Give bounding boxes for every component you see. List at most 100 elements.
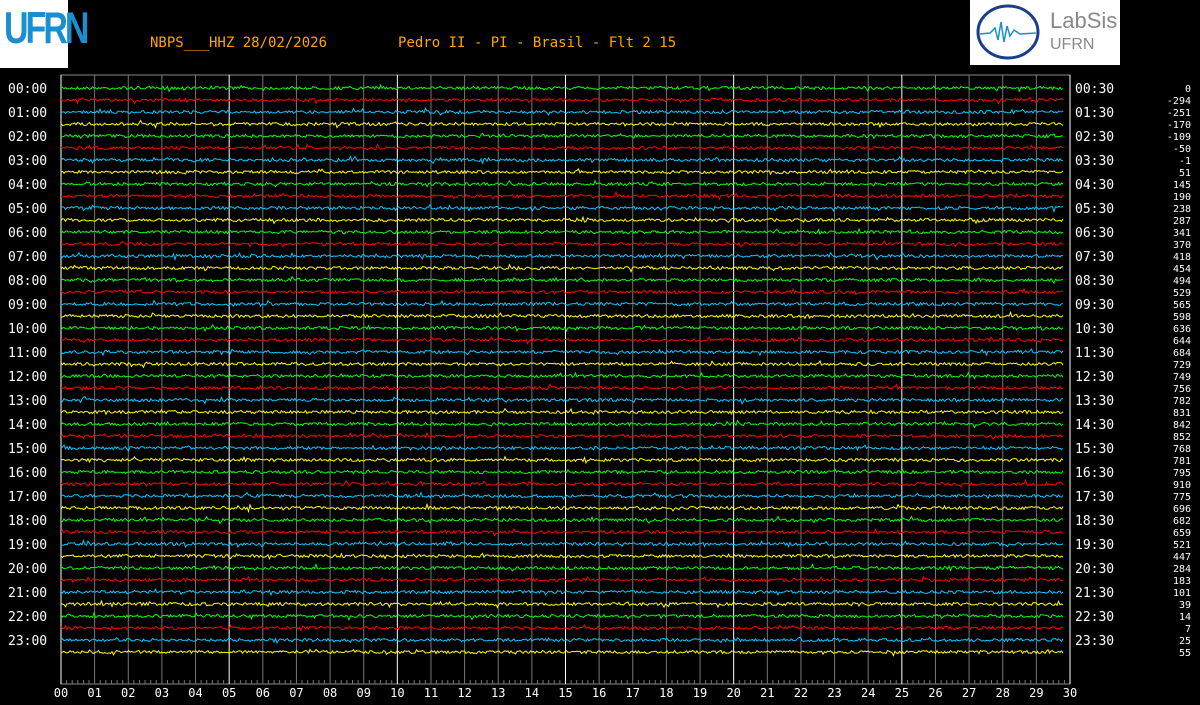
offset-label: 284 <box>1173 564 1191 575</box>
right-time-label: 19:30 <box>1075 538 1114 553</box>
offset-label: 341 <box>1173 228 1191 239</box>
trace-line <box>60 299 1063 308</box>
offset-label: 454 <box>1173 264 1191 275</box>
offset-label: 190 <box>1173 192 1191 203</box>
trace-line <box>60 167 1064 176</box>
offset-label: 775 <box>1173 492 1191 503</box>
left-time-label: 15:00 <box>8 442 47 457</box>
right-time-label: 08:30 <box>1075 274 1114 289</box>
trace-line <box>60 143 1064 152</box>
x-tick-label: 10 <box>390 686 404 700</box>
trace-line <box>60 83 1064 93</box>
offset-label: 636 <box>1173 324 1191 335</box>
trace-line <box>60 287 1064 296</box>
left-time-label: 10:00 <box>8 322 47 337</box>
trace-line <box>60 227 1064 236</box>
right-time-label: 01:30 <box>1075 106 1114 121</box>
trace-line <box>60 552 1064 561</box>
x-tick-label: 27 <box>962 686 976 700</box>
trace-line <box>60 395 1064 405</box>
trace-line <box>61 106 1064 116</box>
x-tick-label: 13 <box>491 686 505 700</box>
left-time-label: 14:00 <box>8 418 47 433</box>
offset-label: 781 <box>1173 456 1191 467</box>
x-tick-label: 16 <box>592 686 606 700</box>
offset-label: 0 <box>1185 84 1191 95</box>
x-tick-label: 20 <box>726 686 740 700</box>
x-tick-label: 17 <box>626 686 640 700</box>
offset-label: 782 <box>1173 396 1191 407</box>
left-time-label: 20:00 <box>8 562 47 577</box>
offset-label: -50 <box>1173 144 1191 155</box>
x-tick-label: 14 <box>525 686 539 700</box>
left-time-label: 06:00 <box>8 226 47 241</box>
left-time-label: 07:00 <box>8 250 47 265</box>
x-tick-label: 18 <box>659 686 673 700</box>
left-time-label: 13:00 <box>8 394 47 409</box>
trace-line <box>60 539 1064 549</box>
offset-label: 910 <box>1173 480 1191 491</box>
trace-line <box>60 599 1064 609</box>
x-tick-label: 28 <box>996 686 1010 700</box>
offset-label: 51 <box>1179 168 1191 179</box>
offset-label: -1 <box>1179 156 1191 167</box>
trace-line <box>60 468 1064 475</box>
trace-line <box>60 431 1064 440</box>
offset-label: 729 <box>1173 360 1191 371</box>
right-time-label: 05:30 <box>1075 202 1114 217</box>
left-time-label: 11:00 <box>8 346 47 361</box>
x-tick-label: 22 <box>794 686 808 700</box>
offset-label: -294 <box>1167 96 1191 107</box>
x-tick-label: 03 <box>155 686 169 700</box>
right-time-label: 02:30 <box>1075 130 1114 145</box>
trace-line <box>60 263 1064 274</box>
right-time-label: 20:30 <box>1075 562 1114 577</box>
left-time-label: 08:00 <box>8 274 47 289</box>
offset-label: 101 <box>1173 588 1191 599</box>
trace-line <box>60 371 1064 380</box>
offset-label: 598 <box>1173 312 1191 323</box>
trace-line <box>60 119 1064 129</box>
right-time-label: 12:30 <box>1075 370 1114 385</box>
trace-line <box>61 311 1064 320</box>
offset-label: 39 <box>1179 600 1191 611</box>
x-tick-label: 01 <box>87 686 101 700</box>
offset-label: 682 <box>1173 516 1191 527</box>
right-time-label: 21:30 <box>1075 586 1114 601</box>
x-tick-label: 08 <box>323 686 337 700</box>
x-tick-label: 12 <box>457 686 471 700</box>
trace-line <box>60 324 1064 333</box>
x-tick-label: 30 <box>1063 686 1077 700</box>
offset-label: 749 <box>1173 372 1191 383</box>
trace-line <box>60 575 1064 584</box>
offset-label: 565 <box>1173 300 1191 311</box>
x-tick-label: 29 <box>1029 686 1043 700</box>
trace-line <box>60 515 1064 525</box>
trace-line <box>60 623 1064 632</box>
offset-label: 14 <box>1179 612 1191 623</box>
left-time-label: 22:00 <box>8 610 47 625</box>
offset-label: 183 <box>1173 576 1191 587</box>
x-tick-label: 06 <box>256 686 270 700</box>
left-time-label: 16:00 <box>8 466 47 481</box>
right-time-label: 16:30 <box>1075 466 1114 481</box>
offset-label: 145 <box>1173 180 1191 191</box>
offset-label: 287 <box>1173 216 1191 227</box>
offset-label: 25 <box>1179 636 1191 647</box>
trace-line <box>60 215 1064 225</box>
trace-line <box>60 382 1064 392</box>
x-tick-label: 09 <box>356 686 370 700</box>
x-tick-label: 05 <box>222 686 236 700</box>
x-tick-label: 11 <box>424 686 438 700</box>
offset-label: -170 <box>1167 120 1191 131</box>
trace-line <box>60 444 1064 452</box>
left-time-label: 12:00 <box>8 370 47 385</box>
left-time-label: 09:00 <box>8 298 47 313</box>
trace-line <box>60 527 1064 537</box>
x-tick-label: 02 <box>121 686 135 700</box>
offset-label: 238 <box>1173 204 1191 215</box>
trace-line <box>61 648 1064 657</box>
trace-line <box>60 359 1064 369</box>
left-time-label: 17:00 <box>8 490 47 505</box>
x-tick-label: 23 <box>827 686 841 700</box>
